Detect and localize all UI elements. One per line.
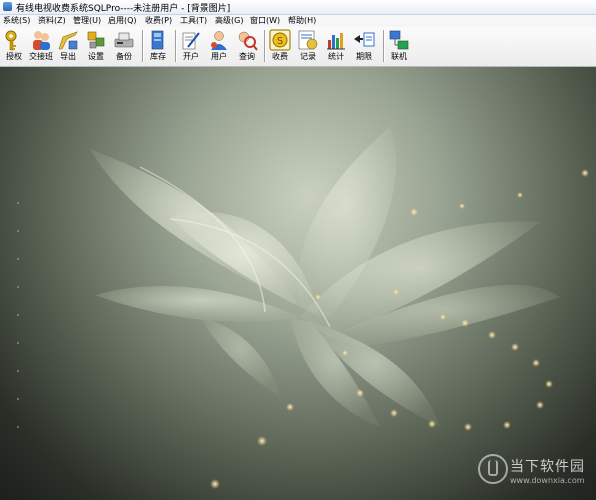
menu-data[interactable]: 资料(Z): [38, 15, 66, 27]
background-image-area: 当下软件园 www.downxia.com: [0, 67, 596, 500]
toolbar-button-inventory[interactable]: 库存: [146, 28, 170, 64]
toolbar-label: 开户: [183, 52, 199, 61]
title-bar: 有线电视收费系统SQLPro----未注册用户 - [背景图片]: [0, 0, 596, 15]
menu-enable[interactable]: 启用(Q): [108, 15, 137, 27]
toolbar-button-export[interactable]: 导出: [56, 28, 80, 64]
toolbar-label: 收费: [272, 52, 288, 61]
toolbar-label: 统计: [328, 52, 344, 61]
menu-window[interactable]: 窗口(W): [250, 15, 280, 27]
record-icon: [298, 30, 318, 50]
inventory-icon: [151, 30, 164, 50]
toolbar-label: 用户: [211, 52, 227, 61]
toolbar-separator: [264, 30, 266, 62]
watermark-title: 当下软件园: [510, 459, 585, 475]
toolbar-button-user[interactable]: 用户: [207, 28, 231, 64]
toolbar-label: 授权: [6, 52, 22, 61]
toolbar-button-settings[interactable]: 设置: [84, 28, 108, 64]
query-icon: [238, 31, 258, 51]
toolbar-button-statistics[interactable]: 统计: [324, 28, 348, 64]
toolbar-label: 备份: [116, 52, 132, 61]
toolbar-button-network[interactable]: 联机: [387, 28, 411, 64]
deadline-icon: [354, 32, 375, 47]
toolbar-button-backup[interactable]: 备份: [112, 28, 136, 64]
toolbar-separator: [142, 30, 144, 62]
menu-tools[interactable]: 工具(T): [180, 15, 207, 27]
watermark: 当下软件园 www.downxia.com: [478, 454, 588, 494]
export-icon: [58, 31, 78, 50]
menu-manage[interactable]: 管理(U): [73, 15, 101, 27]
menu-bar: 系统(S) 资料(Z) 管理(U) 启用(Q) 收费(P) 工具(T) 高级(G…: [0, 15, 596, 27]
toolbar-label: 查询: [239, 52, 255, 61]
toolbar-label: 记录: [300, 52, 316, 61]
toolbar-button-deadline[interactable]: 期限: [352, 28, 376, 64]
toolbar-button-shift[interactable]: 交接班: [27, 28, 55, 64]
menu-help[interactable]: 帮助(H): [288, 15, 316, 27]
toolbar-separator: [175, 30, 177, 62]
statistics-icon: [327, 33, 345, 50]
flower-background-image: [17, 127, 589, 489]
open-account-icon: [182, 32, 200, 50]
toolbar: 授权 交接班 导出 设置 备份 库存 开户 用户 查询 S 收费 记录 统计 期…: [0, 27, 596, 67]
key-icon: [5, 30, 17, 51]
charge-icon: S: [269, 29, 291, 51]
toolbar-label: 设置: [88, 52, 104, 61]
settings-icon: [87, 31, 105, 49]
toolbar-button-charge[interactable]: S 收费: [268, 28, 292, 64]
watermark-logo-icon: [478, 454, 508, 484]
network-icon: [389, 30, 409, 50]
toolbar-label: 导出: [60, 52, 76, 61]
toolbar-button-record[interactable]: 记录: [296, 28, 320, 64]
toolbar-label: 交接班: [29, 52, 53, 61]
toolbar-button-authorize[interactable]: 授权: [2, 28, 26, 64]
watermark-url: www.downxia.com: [510, 476, 585, 485]
toolbar-button-open-account[interactable]: 开户: [179, 28, 203, 64]
menu-charge[interactable]: 收费(P): [145, 15, 172, 27]
backup-icon: [114, 32, 134, 48]
toolbar-label: 库存: [150, 52, 166, 61]
svg-text:S: S: [277, 36, 283, 47]
toolbar-label: 期限: [356, 52, 372, 61]
menu-system[interactable]: 系统(S): [3, 15, 30, 27]
user-icon: [211, 31, 227, 50]
toolbar-label: 联机: [391, 52, 407, 61]
toolbar-separator: [383, 30, 385, 62]
window-title: 有线电视收费系统SQLPro----未注册用户 - [背景图片]: [16, 4, 231, 14]
menu-advanced[interactable]: 高级(G): [215, 15, 243, 27]
app-icon: [3, 2, 12, 11]
toolbar-button-query[interactable]: 查询: [234, 28, 260, 64]
users-shift-icon: [33, 31, 50, 50]
